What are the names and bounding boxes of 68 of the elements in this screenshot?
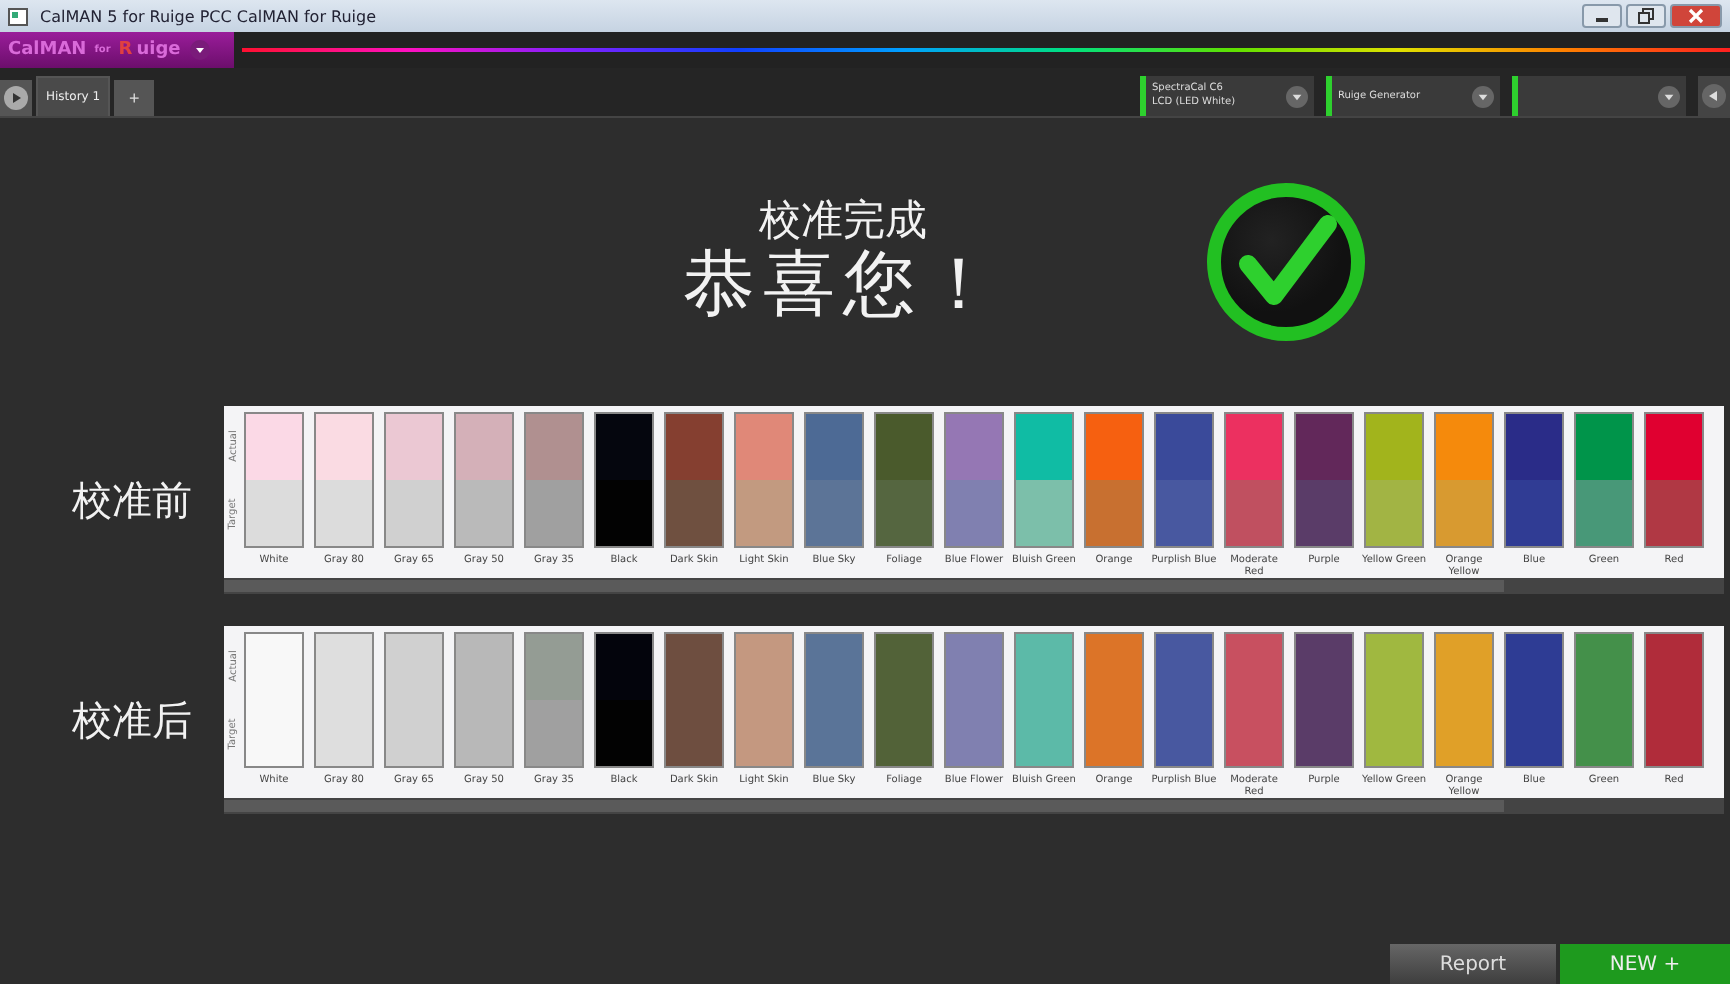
color-swatch <box>1504 632 1564 768</box>
window-title: CalMAN 5 for Ruige PCC CalMAN for Ruige <box>40 7 377 25</box>
color-swatch <box>1294 412 1354 548</box>
color-swatch <box>1154 632 1214 768</box>
color-swatch <box>524 412 584 548</box>
add-tab-button[interactable]: + <box>114 80 155 116</box>
close-button[interactable] <box>1670 4 1722 28</box>
caret-icon <box>1472 85 1494 107</box>
color-swatch <box>1644 412 1704 548</box>
play-icon <box>4 86 28 110</box>
color-swatch <box>314 632 374 768</box>
color-swatch <box>1014 632 1074 768</box>
comparison-label: 校准前 <box>70 473 194 527</box>
color-swatch <box>1574 632 1634 768</box>
horizontal-scrollbar[interactable] <box>224 578 1724 594</box>
back-icon <box>1702 84 1726 108</box>
color-swatch <box>1224 412 1284 548</box>
horizontal-scrollbar[interactable] <box>224 798 1724 814</box>
color-swatch <box>244 412 304 548</box>
caret-icon <box>1658 85 1680 107</box>
completion-subtitle: 校准完成 <box>759 196 927 244</box>
device-dropdown[interactable] <box>1512 76 1686 116</box>
minimize-button[interactable] <box>1582 4 1622 28</box>
checkmark-icon <box>1203 180 1367 344</box>
color-swatch <box>1434 632 1494 768</box>
comparison-label: 校准后 <box>70 693 194 747</box>
color-swatch <box>1154 412 1214 548</box>
color-swatch <box>454 632 514 768</box>
color-swatch <box>1364 412 1424 548</box>
color-swatch <box>1014 412 1074 548</box>
color-swatch <box>1364 632 1424 768</box>
color-swatch <box>1294 632 1354 768</box>
color-swatch <box>804 632 864 768</box>
caret-icon <box>1286 85 1308 107</box>
app-icon <box>8 7 28 25</box>
new-button[interactable]: NEW + <box>1560 944 1730 984</box>
color-swatch <box>1084 632 1144 768</box>
color-swatch <box>664 632 724 768</box>
play-button[interactable] <box>0 80 32 116</box>
color-swatch <box>1574 412 1634 548</box>
color-swatch <box>244 632 304 768</box>
color-swatch <box>944 412 1004 548</box>
color-swatch <box>524 632 584 768</box>
color-swatch <box>664 412 724 548</box>
color-swatch <box>384 412 444 548</box>
color-swatch <box>1224 632 1284 768</box>
color-swatch <box>1504 412 1564 548</box>
caret-icon <box>190 40 211 60</box>
close-icon <box>1688 8 1704 24</box>
color-swatch <box>384 632 444 768</box>
color-swatch <box>944 632 1004 768</box>
color-swatch <box>594 632 654 768</box>
back-button[interactable] <box>1698 76 1730 116</box>
color-swatch <box>804 412 864 548</box>
color-swatch <box>1084 412 1144 548</box>
color-swatch <box>314 412 374 548</box>
color-swatch <box>874 412 934 548</box>
color-swatch <box>874 632 934 768</box>
color-swatch <box>454 412 514 548</box>
report-button[interactable]: Report <box>1390 944 1556 984</box>
restore-icon <box>1638 8 1654 24</box>
color-swatch <box>734 632 794 768</box>
color-swatch <box>594 412 654 548</box>
restore-button[interactable] <box>1626 4 1666 28</box>
congratulations-title: 恭喜您！ <box>683 244 1003 328</box>
color-swatch <box>734 412 794 548</box>
color-swatch <box>1644 632 1704 768</box>
color-swatch <box>1434 412 1494 548</box>
